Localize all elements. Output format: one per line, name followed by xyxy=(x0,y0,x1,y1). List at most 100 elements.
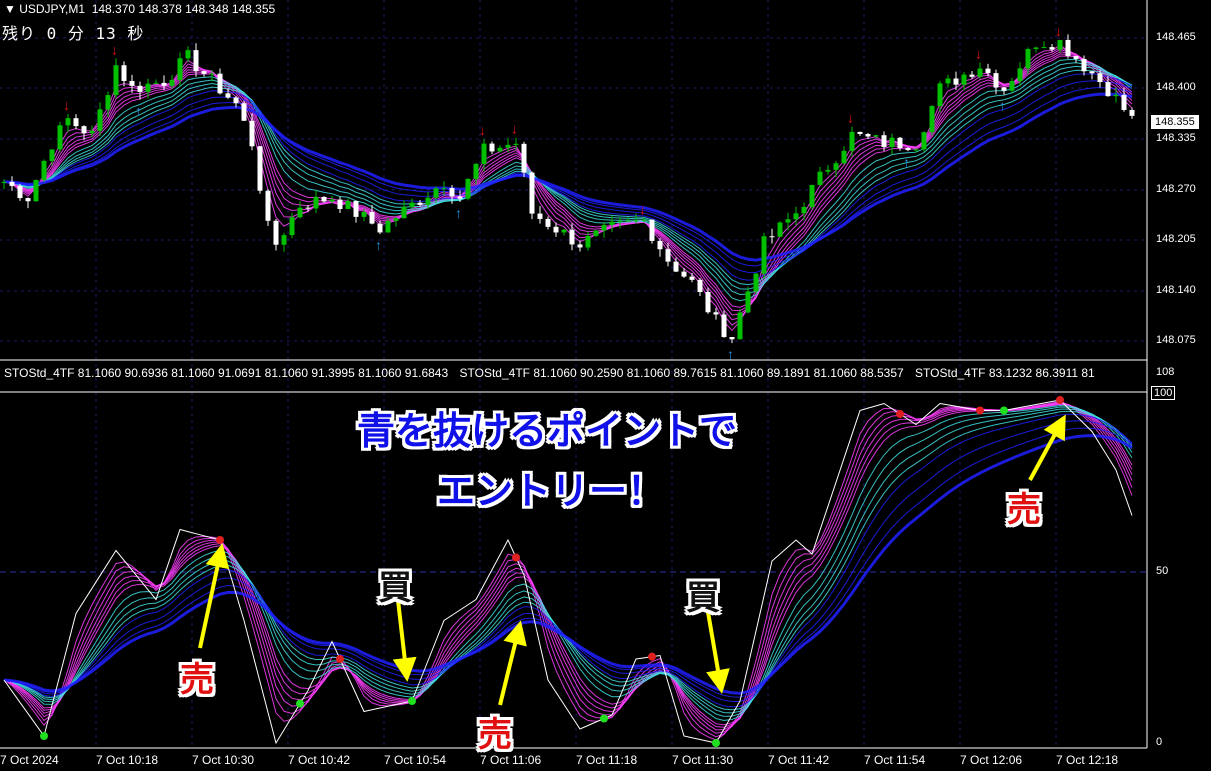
osc-tick: 50 xyxy=(1156,565,1169,577)
candle-body xyxy=(49,149,55,161)
candle-body xyxy=(545,218,551,227)
candle-body xyxy=(937,83,943,107)
time-tick: 7 Oct 11:42 xyxy=(768,753,830,767)
candle-body xyxy=(105,95,111,110)
candle-body xyxy=(401,206,407,219)
candle-body xyxy=(225,93,231,98)
buy-label: 買 xyxy=(378,568,412,608)
candle-body xyxy=(273,220,279,245)
time-tick: 7 Oct 12:06 xyxy=(960,753,1023,767)
candle-body xyxy=(969,74,975,77)
candle-body xyxy=(201,71,207,74)
candle-body xyxy=(161,82,167,86)
candle-body xyxy=(697,279,703,292)
candle-body xyxy=(625,220,631,222)
time-tick: 7 Oct 10:30 xyxy=(192,753,255,767)
sell-arrow-icon: ↓ xyxy=(847,110,854,126)
sell-arrow-icon: ↓ xyxy=(1055,23,1062,39)
candle-body xyxy=(689,276,695,280)
time-tick: 7 Oct 11:54 xyxy=(864,753,926,767)
candle-body xyxy=(769,236,775,238)
candle-body xyxy=(681,271,687,277)
candle-body xyxy=(329,199,335,202)
candle-body xyxy=(1057,39,1063,50)
candle-body xyxy=(89,130,95,134)
candle-body xyxy=(441,188,447,190)
candle-body xyxy=(505,144,511,148)
price-ma-line xyxy=(3,69,1133,286)
candle-body xyxy=(369,212,375,224)
signal-dot xyxy=(296,699,304,708)
candle-body xyxy=(249,120,255,147)
candle-body xyxy=(1041,47,1047,49)
candle-body xyxy=(425,197,431,205)
candle-body xyxy=(297,207,303,218)
candle-body xyxy=(569,229,575,245)
candle-body xyxy=(913,149,919,151)
candle-body xyxy=(553,226,559,233)
signal-dot xyxy=(408,697,416,705)
signal-dot xyxy=(712,739,720,747)
candle-body xyxy=(289,217,295,236)
candle-body xyxy=(465,178,471,199)
candle-body xyxy=(1097,73,1103,83)
candle-body xyxy=(881,135,887,148)
candle-body xyxy=(745,291,751,313)
candle-body xyxy=(737,312,743,340)
candle-body xyxy=(97,109,103,131)
candle-body xyxy=(17,185,23,199)
candle-body xyxy=(193,50,199,72)
candle-body xyxy=(1105,82,1111,97)
candle-body xyxy=(601,224,607,231)
candle-body xyxy=(865,133,871,137)
candle-body xyxy=(1001,87,1007,91)
candle-body xyxy=(497,147,503,152)
candle-body xyxy=(873,135,879,137)
osc-tick: 0 xyxy=(1156,736,1163,748)
candle-body xyxy=(281,235,287,245)
candle-body xyxy=(561,229,567,233)
candle-body xyxy=(353,201,359,217)
candle-body xyxy=(977,68,983,77)
candle-body xyxy=(849,131,855,151)
candle-body xyxy=(9,181,15,186)
candle-body xyxy=(1,181,7,183)
candle-body xyxy=(609,221,615,225)
price-ma-line xyxy=(3,65,1133,290)
candle-body xyxy=(825,169,831,172)
candle-body xyxy=(961,74,967,85)
candle-body xyxy=(473,163,479,179)
candle-body xyxy=(617,220,623,222)
candle-body xyxy=(889,137,895,148)
symbol-label[interactable]: ▼ USDJPY,M1 xyxy=(4,2,85,16)
indicator-label: STOStd_4TF 81.1060 90.6936 81.1060 91.06… xyxy=(4,366,1146,380)
buy-arrow-icon: ↑ xyxy=(903,154,910,170)
candle-body xyxy=(1089,71,1095,74)
candle-body xyxy=(313,196,319,209)
candle-body xyxy=(529,172,535,214)
candle-body xyxy=(1129,109,1135,116)
time-tick: 7 Oct 10:42 xyxy=(288,753,351,767)
candle-body xyxy=(905,148,911,151)
buy-arrow-icon: ↑ xyxy=(999,98,1006,114)
annotation-arrow-icon xyxy=(392,599,417,682)
candle-body xyxy=(761,236,767,274)
candle-body xyxy=(1009,81,1015,91)
signal-dot xyxy=(600,714,608,723)
symbol-header: ▼ USDJPY,M1 148.370 148.378 148.348 148.… xyxy=(4,2,275,16)
candle-body xyxy=(1065,39,1071,57)
sell-arrow-icon: ↓ xyxy=(63,97,70,113)
candle-body xyxy=(337,199,343,209)
sell-label: 売 xyxy=(478,715,512,755)
candle-body xyxy=(121,65,127,81)
candle-body xyxy=(857,131,863,134)
ohlc-values: 148.370 148.378 148.348 148.355 xyxy=(91,2,276,16)
candle-body xyxy=(593,230,599,236)
candle-body xyxy=(305,207,311,209)
candle-body xyxy=(665,249,671,262)
indicator-values: STOStd_4TF 81.1060 90.6936 81.1060 91.06… xyxy=(4,366,449,380)
annotation-arrow-icon xyxy=(706,611,730,694)
candle-body xyxy=(1033,47,1039,50)
sell-label: 売 xyxy=(1007,490,1041,530)
candle-body xyxy=(177,58,183,80)
